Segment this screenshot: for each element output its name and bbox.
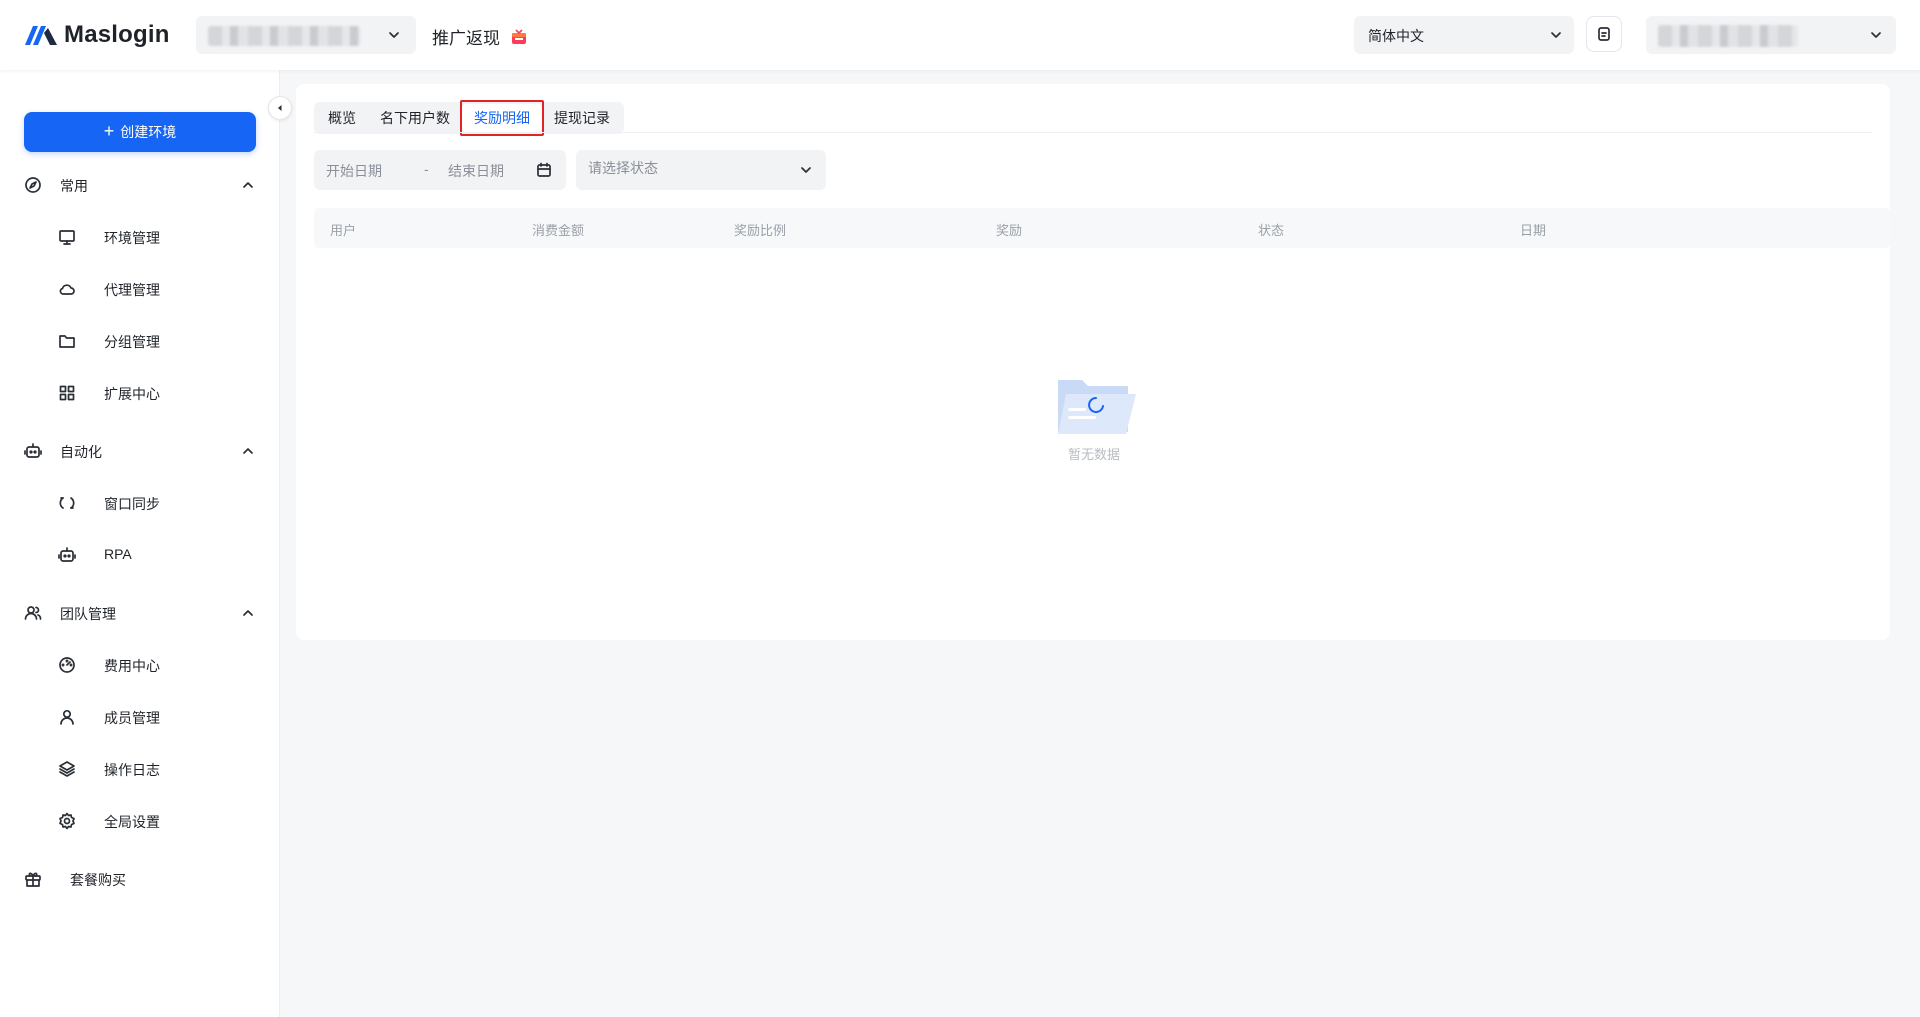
tab-users[interactable]: 名下用户数: [368, 104, 462, 132]
column-header-user: 用户: [330, 223, 357, 238]
empty-folder-icon: [1058, 380, 1136, 434]
create-environment-label: 创建环境: [120, 124, 177, 140]
empty-state: 暂无数据: [1029, 376, 1159, 463]
sidebar-item-label: 环境管理: [104, 230, 160, 246]
column-header-status: 状态: [1258, 223, 1285, 238]
calendar-icon: [537, 162, 551, 177]
chevron-up-icon: [243, 448, 253, 454]
nav-group-automation[interactable]: 自动化: [0, 434, 280, 468]
column-header-ratio: 奖励比例: [734, 223, 787, 238]
sidebar-item-members[interactable]: 成员管理: [0, 700, 280, 734]
gear-icon: [59, 812, 75, 830]
app-name: Maslogin: [64, 21, 170, 48]
sidebar-item-label: 分组管理: [104, 334, 160, 350]
language-selected-value: 简体中文: [1368, 28, 1424, 44]
redacted-user-name: [1658, 25, 1798, 47]
sidebar-item-purchase[interactable]: 套餐购买: [0, 862, 280, 896]
compass-icon: [25, 177, 41, 193]
workspace-select[interactable]: [196, 16, 416, 54]
table-header: 用户 消费金额 奖励比例 奖励 状态 日期: [314, 208, 1890, 248]
create-environment-button[interactable]: + 创建环境: [24, 112, 256, 152]
redacted-workspace-name: [208, 26, 360, 46]
sidebar-item-extensions[interactable]: 扩展中心: [0, 376, 280, 410]
sync-icon: [59, 497, 75, 509]
plus-icon: +: [103, 121, 115, 141]
dashboard-gauge-icon: [59, 657, 75, 673]
status-select-placeholder: 请选择状态: [588, 160, 658, 176]
gift-icon: [25, 872, 41, 887]
language-select[interactable]: 简体中文: [1354, 16, 1574, 54]
end-date-input[interactable]: 结束日期: [448, 161, 504, 181]
sidebar-item-window-sync[interactable]: 窗口同步: [0, 486, 280, 520]
sidebar-item-label: 全局设置: [104, 814, 160, 830]
user-icon: [60, 709, 74, 725]
sidebar-item-environment[interactable]: 环境管理: [0, 220, 280, 254]
page-title: 推广返现: [432, 24, 528, 49]
sidebar-item-label: RPA: [104, 546, 132, 562]
chevron-down-icon: [389, 32, 399, 38]
sidebar-item-label: 窗口同步: [104, 496, 160, 512]
start-date-input[interactable]: 开始日期: [326, 161, 382, 181]
cloud-icon: [59, 284, 75, 295]
sidebar-item-label: 操作日志: [104, 762, 160, 778]
sidebar-item-label: 成员管理: [104, 710, 160, 726]
sidebar-item-rpa[interactable]: RPA: [0, 538, 280, 572]
sidebar-item-label: 费用中心: [104, 658, 160, 674]
chevron-up-icon: [243, 182, 253, 188]
user-account-select[interactable]: [1646, 16, 1896, 54]
grid-apps-icon: [59, 385, 75, 401]
date-separator: -: [424, 161, 429, 177]
monitor-icon: [59, 230, 75, 245]
tab-reward-details[interactable]: 奖励明细: [460, 100, 544, 136]
tab-divider: [314, 132, 1872, 133]
maslogin-logo-icon: [25, 26, 57, 45]
gift-badge-icon: [512, 28, 526, 44]
folder-icon: [59, 335, 75, 348]
sidebar-item-label: 代理管理: [104, 282, 160, 298]
sidebar-item-groups[interactable]: 分组管理: [0, 324, 280, 358]
column-header-reward: 奖励: [996, 223, 1023, 238]
page-title-text: 推广返现: [432, 29, 500, 48]
sidebar-item-settings[interactable]: 全局设置: [0, 804, 280, 838]
document-button[interactable]: [1586, 16, 1622, 52]
document-icon: [1598, 27, 1610, 41]
sidebar-item-label: 扩展中心: [104, 386, 160, 402]
robot-icon: [58, 547, 76, 562]
nav-group-team[interactable]: 团队管理: [0, 596, 280, 630]
top-header: Maslogin 推广返现 简体中文: [0, 0, 1920, 70]
chevron-down-icon: [1871, 32, 1881, 38]
team-icon: [24, 606, 42, 620]
caret-left-icon: [278, 105, 282, 111]
robot-icon: [24, 443, 42, 458]
main-content-card: 概览 名下用户数 奖励明细 提现记录 开始日期 - 结束日期 请选择状态 用户 …: [296, 84, 1890, 640]
sidebar-item-proxy[interactable]: 代理管理: [0, 272, 280, 306]
sidebar-collapse-button[interactable]: [268, 96, 292, 120]
empty-state-text: 暂无数据: [1067, 447, 1120, 462]
status-select[interactable]: 请选择状态: [576, 150, 826, 190]
chevron-up-icon: [243, 610, 253, 616]
sidebar: + 创建环境 常用 环境管理 代理管理 分组管理 扩展中心 自动化 窗口同步 R…: [0, 70, 280, 1017]
nav-group-common[interactable]: 常用: [0, 168, 280, 202]
tab-withdrawals[interactable]: 提现记录: [542, 104, 622, 132]
layers-icon: [59, 761, 75, 777]
column-header-date: 日期: [1520, 223, 1547, 238]
chevron-down-icon: [1551, 32, 1561, 38]
tab-bar: 概览 名下用户数 奖励明细 提现记录: [314, 100, 624, 136]
app-logo[interactable]: Maslogin: [24, 20, 170, 50]
sidebar-item-logs[interactable]: 操作日志: [0, 752, 280, 786]
sidebar-item-label: 套餐购买: [70, 872, 126, 888]
column-header-amount: 消费金额: [532, 223, 585, 238]
date-range-picker[interactable]: 开始日期 - 结束日期: [314, 150, 566, 190]
sidebar-item-billing[interactable]: 费用中心: [0, 648, 280, 682]
nav-group-label: 常用: [60, 178, 88, 194]
nav-group-label: 自动化: [60, 444, 102, 460]
tab-overview[interactable]: 概览: [316, 104, 368, 132]
chevron-down-icon: [801, 167, 811, 173]
nav-group-label: 团队管理: [60, 606, 116, 622]
